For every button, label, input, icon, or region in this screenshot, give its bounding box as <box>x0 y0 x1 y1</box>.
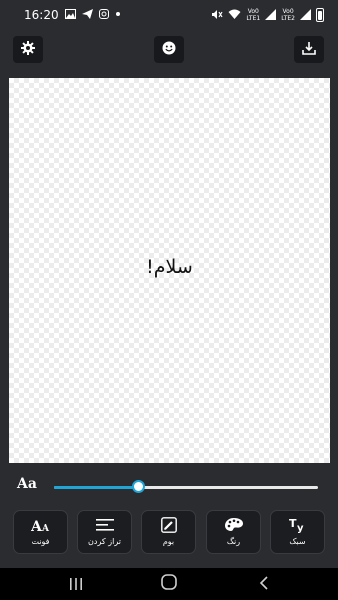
brush-icon <box>160 517 177 533</box>
canvas-button-label: بوم <box>162 537 175 546</box>
color-button-label: رنگ <box>226 537 241 546</box>
status-left: 16:20 <box>24 8 121 22</box>
sim2-indicator: Vo0 LTE2 <box>281 8 295 22</box>
font-icon: A A <box>31 517 51 533</box>
slider-thumb[interactable] <box>132 480 146 493</box>
dot-icon <box>115 10 121 20</box>
style-icon: T y <box>289 517 307 533</box>
canvas-text[interactable]: سلام! <box>9 256 330 278</box>
recent-apps-button[interactable] <box>58 568 94 600</box>
font-button[interactable]: A A فونت <box>13 510 68 554</box>
color-button[interactable]: رنگ <box>206 510 261 554</box>
svg-text:A: A <box>41 524 50 532</box>
text-size-control: Aa <box>0 476 338 498</box>
text-size-slider[interactable] <box>54 480 318 493</box>
canvas-button[interactable]: بوم <box>141 510 196 554</box>
gallery-icon <box>64 8 76 22</box>
palette-icon <box>224 517 244 533</box>
gear-icon <box>21 40 35 59</box>
align-button[interactable]: تراز کردن <box>77 510 132 554</box>
home-button[interactable] <box>151 568 187 600</box>
align-icon <box>95 517 114 533</box>
align-button-label: تراز کردن <box>88 537 121 546</box>
signal-icon <box>265 8 277 22</box>
instagram-icon <box>98 8 109 22</box>
wifi-icon <box>228 9 241 21</box>
send-icon <box>81 8 93 22</box>
recent-apps-icon <box>69 575 83 594</box>
slider-fill <box>54 486 139 489</box>
download-button[interactable] <box>294 36 324 63</box>
svg-text:T: T <box>289 517 297 530</box>
navigation-bar <box>0 568 338 600</box>
download-icon <box>302 40 316 59</box>
emoji-button[interactable] <box>154 36 184 63</box>
style-button[interactable]: T y سبک <box>270 510 325 554</box>
mute-icon <box>211 9 223 22</box>
status-right: Vo0 LTE1 Vo0 LTE2 <box>211 8 324 22</box>
style-button-label: سبک <box>289 537 306 546</box>
back-button[interactable] <box>246 568 282 600</box>
battery-icon <box>316 8 324 22</box>
home-icon <box>161 574 177 594</box>
sim1-indicator: Vo0 LTE1 <box>246 8 261 22</box>
back-icon <box>259 575 269 594</box>
text-canvas[interactable]: سلام! <box>9 78 330 463</box>
signal-icon <box>300 8 311 22</box>
svg-text:y: y <box>297 523 304 533</box>
font-button-label: فونت <box>31 537 50 546</box>
status-bar: 16:20 Vo0 LTE1 Vo0 LTE2 <box>0 0 338 30</box>
settings-button[interactable] <box>13 36 43 63</box>
smiley-icon <box>162 40 176 59</box>
status-time: 16:20 <box>24 8 59 22</box>
text-size-label: Aa <box>17 476 37 492</box>
